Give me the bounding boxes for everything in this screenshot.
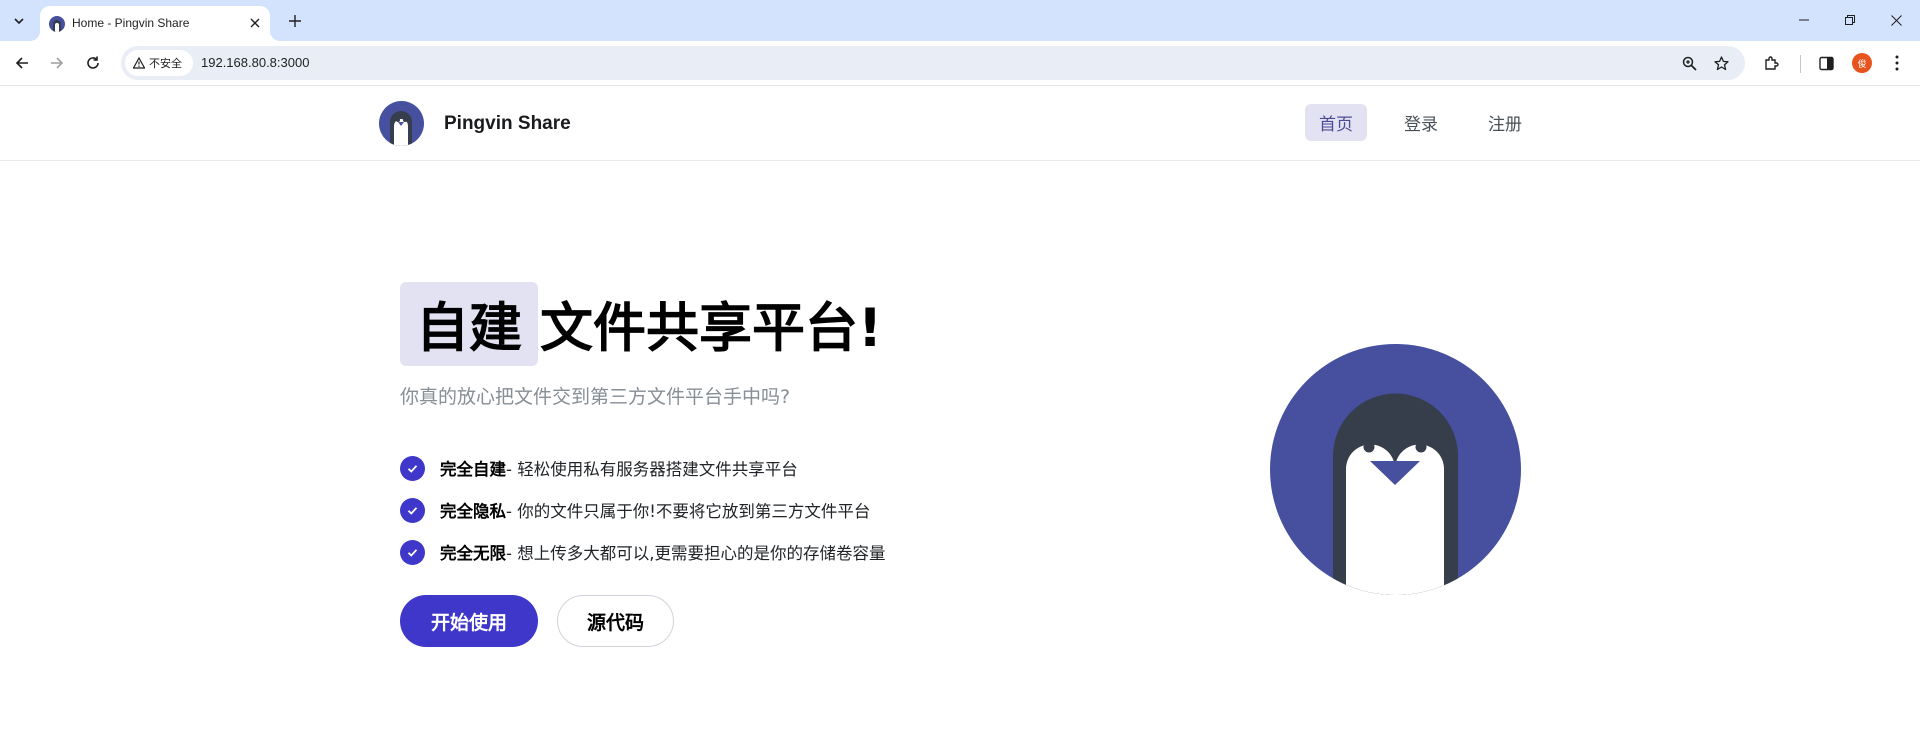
back-icon <box>15 57 28 69</box>
reload-button[interactable] <box>80 50 106 76</box>
check-icon <box>400 497 425 523</box>
security-indicator[interactable]: 不安全 <box>125 50 193 76</box>
bookmark-button[interactable] <box>1711 53 1731 73</box>
zoom-icon <box>1682 56 1697 71</box>
site-header: Pingvin Share 首页 登录 注册 <box>0 86 1920 161</box>
nav-login[interactable]: 登录 <box>1390 104 1452 141</box>
close-window-button[interactable] <box>1881 6 1911 34</box>
get-started-button[interactable]: 开始使用 <box>400 595 538 647</box>
check-icon <box>400 455 425 481</box>
feature-desc: - 轻松使用私有服务器搭建文件共享平台 <box>506 460 798 479</box>
forward-button[interactable] <box>44 50 70 76</box>
tab-close-button[interactable] <box>246 14 264 32</box>
browser-tab[interactable]: Home - Pingvin Share <box>30 6 280 41</box>
minimize-button[interactable] <box>1789 6 1819 34</box>
close-icon <box>250 18 260 28</box>
penguin-illustration <box>1270 344 1521 595</box>
security-label: 不安全 <box>149 57 182 70</box>
source-code-button[interactable]: 源代码 <box>557 595 674 647</box>
feature-item: 完全无限 - 想上传多大都可以,更需要担心的是你的存储卷容量 <box>400 531 885 573</box>
side-panel-icon <box>1818 56 1834 70</box>
address-bar[interactable]: 不安全 192.168.80.8:3000 <box>121 46 1745 80</box>
chevron-down-icon <box>14 18 24 25</box>
zoom-button[interactable] <box>1679 53 1699 73</box>
tab-strip: Home - Pingvin Share <box>0 0 1920 41</box>
toolbar-divider <box>1800 55 1801 73</box>
feature-item: 完全自建 - 轻松使用私有服务器搭建文件共享平台 <box>400 447 885 489</box>
feature-desc: - 想上传多大都可以,更需要担心的是你的存储卷容量 <box>506 544 886 563</box>
plus-icon <box>289 15 301 27</box>
back-button[interactable] <box>9 50 35 76</box>
feature-item: 完全隐私 - 你的文件只属于你!不要将它放到第三方文件平台 <box>400 489 885 531</box>
restore-button[interactable] <box>1835 6 1865 34</box>
title-rest: 文件共享平台! <box>540 298 883 359</box>
hero-subtitle: 你真的放心把文件交到第三方文件平台手中吗? <box>400 386 791 408</box>
close-icon <box>1890 14 1902 26</box>
brand-name[interactable]: Pingvin Share <box>444 113 571 135</box>
feature-title: 完全隐私 <box>440 502 506 521</box>
warning-icon <box>133 57 145 69</box>
extensions-icon <box>1765 56 1779 70</box>
profile-avatar[interactable]: 俊 <box>1852 53 1872 73</box>
hero-title: 自建 文件共享平台! <box>400 282 882 366</box>
penguin-logo[interactable] <box>379 101 424 146</box>
extensions-button[interactable] <box>1761 52 1783 74</box>
tab-search-button[interactable] <box>7 9 31 33</box>
nav-signup[interactable]: 注册 <box>1474 104 1536 141</box>
feature-desc: - 你的文件只属于你!不要将它放到第三方文件平台 <box>506 502 871 521</box>
browser-toolbar: 不安全 192.168.80.8:3000 俊 <box>0 41 1920 86</box>
reload-icon <box>87 56 99 69</box>
side-panel-button[interactable] <box>1815 52 1837 74</box>
restore-icon <box>1845 15 1855 25</box>
check-icon <box>400 539 425 565</box>
url-text[interactable]: 192.168.80.8:3000 <box>201 55 309 70</box>
minimize-icon <box>1799 19 1809 21</box>
favicon-icon <box>49 16 65 32</box>
title-highlight: 自建 <box>400 282 538 366</box>
new-tab-button[interactable] <box>283 9 307 33</box>
menu-button[interactable] <box>1886 52 1908 74</box>
more-icon <box>1895 55 1899 71</box>
feature-title: 完全自建 <box>440 460 506 479</box>
nav-home[interactable]: 首页 <box>1305 104 1367 141</box>
star-icon <box>1713 55 1729 70</box>
feature-title: 完全无限 <box>440 544 506 563</box>
feature-list: 完全自建 - 轻松使用私有服务器搭建文件共享平台 完全隐私 - 你的文件只属于你… <box>400 447 885 573</box>
tab-title: Home - Pingvin Share <box>72 16 190 30</box>
forward-icon <box>51 57 64 69</box>
